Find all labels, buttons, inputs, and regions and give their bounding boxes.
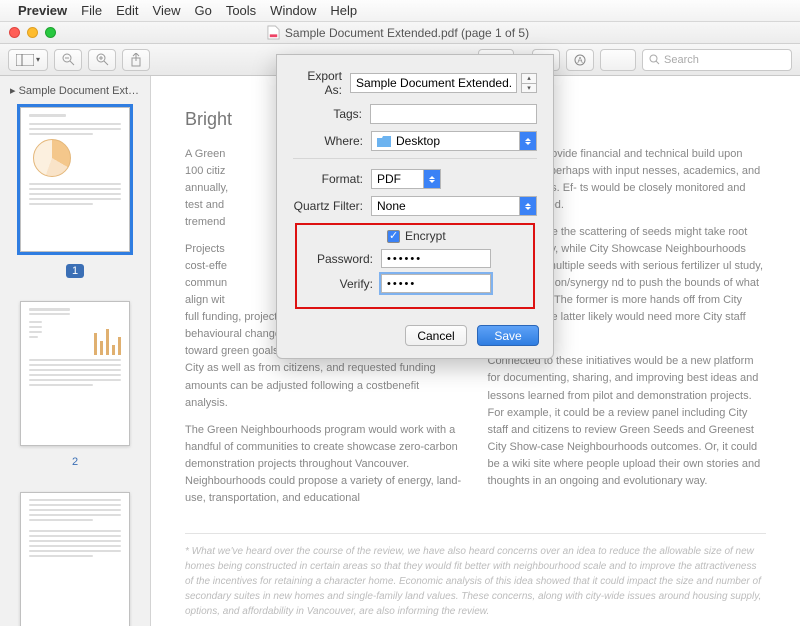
format-popup[interactable]: PDF <box>371 169 441 189</box>
search-icon <box>649 54 660 65</box>
password-label: Password: <box>303 252 381 266</box>
password-input[interactable] <box>381 249 491 268</box>
bar-chart-icon <box>94 325 121 355</box>
quartz-filter-label: Quartz Filter: <box>293 199 371 213</box>
encrypt-highlight: Encrypt Password: Verify: <box>295 223 535 309</box>
menu-edit[interactable]: Edit <box>116 3 138 18</box>
export-dialog: Export As: ▴▾ Tags: Where: Desktop Forma… <box>276 54 554 359</box>
cancel-button[interactable]: Cancel <box>405 325 467 346</box>
page-number-1: 1 <box>66 264 84 278</box>
thumbnail-page-2[interactable] <box>20 301 130 446</box>
export-filename-input[interactable] <box>350 73 517 93</box>
export-as-label: Export As: <box>293 69 350 97</box>
format-label: Format: <box>293 172 371 186</box>
zoom-in[interactable] <box>88 49 116 71</box>
menu-file[interactable]: File <box>81 3 102 18</box>
zoom-out[interactable] <box>54 49 82 71</box>
annotate-button[interactable]: A <box>566 49 594 71</box>
filename-expand[interactable]: ▴▾ <box>521 73 537 93</box>
where-popup[interactable]: Desktop <box>371 131 537 151</box>
titlebar: Sample Document Extended.pdf (page 1 of … <box>0 22 800 44</box>
save-button[interactable]: Save <box>477 325 539 346</box>
tags-label: Tags: <box>293 107 370 121</box>
search-placeholder: Search <box>664 54 699 66</box>
minimize-window[interactable] <box>27 27 38 38</box>
folder-icon <box>377 136 391 147</box>
quartz-filter-popup[interactable]: None <box>371 196 537 216</box>
svg-text:A: A <box>577 56 583 65</box>
footnote: * What we've heard over the course of th… <box>185 544 766 619</box>
menu-window[interactable]: Window <box>270 3 316 18</box>
share-button[interactable] <box>122 49 150 71</box>
page-number-2: 2 <box>72 456 78 468</box>
menu-view[interactable]: View <box>153 3 181 18</box>
search-field[interactable]: Search <box>642 49 792 71</box>
pie-chart-icon <box>33 139 71 177</box>
document-icon <box>267 25 280 40</box>
thumbnails-sidebar: ▸ Sample Document Extende... 1 <box>0 76 151 626</box>
window-controls <box>9 27 56 38</box>
thumbnail-page-3[interactable] <box>20 492 130 626</box>
window-title: Sample Document Extended.pdf (page 1 of … <box>285 26 529 40</box>
encrypt-label: Encrypt <box>405 229 446 243</box>
menu-tools[interactable]: Tools <box>226 3 256 18</box>
menubar: Preview File Edit View Go Tools Window H… <box>0 0 800 22</box>
toolbar-extra[interactable] <box>600 49 636 71</box>
where-label: Where: <box>293 134 371 148</box>
verify-password-input[interactable] <box>381 274 491 293</box>
menu-go[interactable]: Go <box>194 3 211 18</box>
menu-help[interactable]: Help <box>330 3 357 18</box>
sidebar-toggle[interactable]: ▾ <box>8 49 48 71</box>
encrypt-checkbox[interactable] <box>387 230 400 243</box>
app-menu[interactable]: Preview <box>18 3 67 18</box>
sidebar-title: ▸ Sample Document Extende... <box>0 82 150 103</box>
verify-label: Verify: <box>303 277 381 291</box>
tags-input[interactable] <box>370 104 537 124</box>
close-window[interactable] <box>9 27 20 38</box>
zoom-window[interactable] <box>45 27 56 38</box>
thumbnail-page-1[interactable] <box>20 107 130 252</box>
